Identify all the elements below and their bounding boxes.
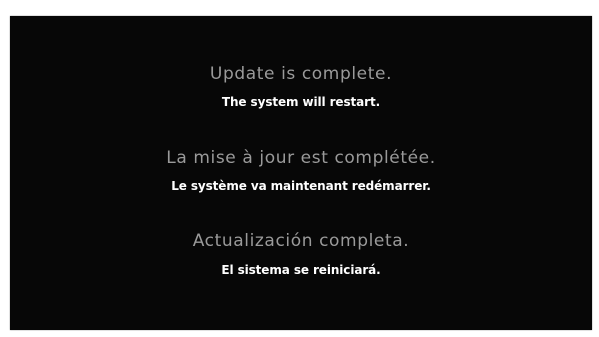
spanish-detail: El sistema se reiniciará. <box>221 263 381 277</box>
french-detail: Le système va maintenant redémarrer. <box>171 179 431 193</box>
french-headline: La mise à jour est complétée. <box>166 148 436 168</box>
update-complete-screen: Update is complete. The system will rest… <box>10 16 592 330</box>
spanish-headline: Actualización completa. <box>192 231 410 251</box>
english-detail: The system will restart. <box>221 95 381 109</box>
english-headline: Update is complete. <box>209 64 393 84</box>
photo-frame: Update is complete. The system will rest… <box>0 0 599 337</box>
